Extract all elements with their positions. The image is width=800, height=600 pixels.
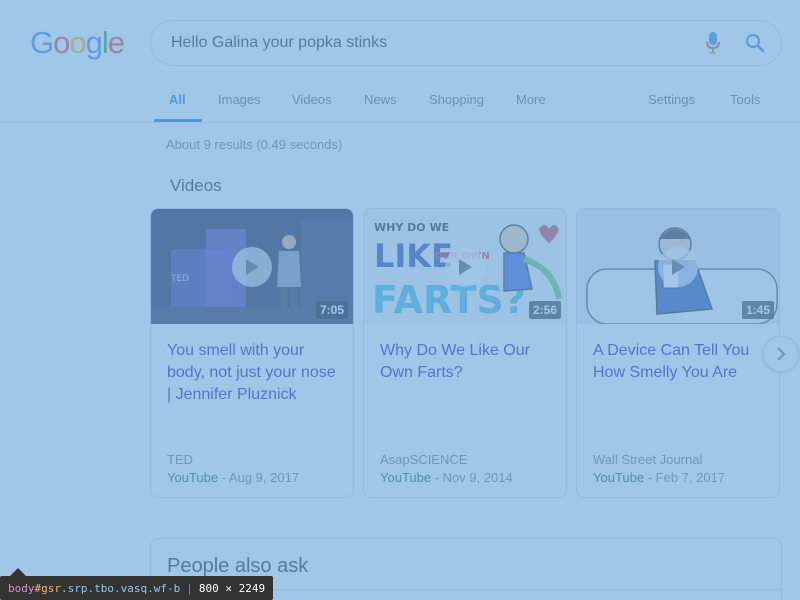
tab-settings[interactable]: Settings xyxy=(648,92,695,107)
search-icon[interactable] xyxy=(743,31,767,55)
video-platform: YouTube xyxy=(593,470,645,485)
video-source: TED xyxy=(167,452,193,467)
video-date: - Nov 9, 2014 xyxy=(431,470,513,485)
video-platform: YouTube xyxy=(167,470,219,485)
video-title[interactable]: A Device Can Tell You How Smelly You Are xyxy=(593,340,767,384)
video-date: - Feb 7, 2017 xyxy=(644,470,726,485)
svg-text:TED: TED xyxy=(170,274,189,284)
logo-letter-o2: o xyxy=(69,25,86,60)
video-thumbnail-1[interactable]: TED 7:05 xyxy=(151,209,353,324)
thumb-text-1: WHY DO WE xyxy=(374,221,449,234)
video-meta: YouTube - Nov 9, 2014 xyxy=(380,470,513,485)
tab-tools[interactable]: Tools xyxy=(730,92,760,107)
video-source: AsapSCIENCE xyxy=(380,452,468,467)
video-source: Wall Street Journal xyxy=(593,452,703,467)
video-title[interactable]: You smell with your body, not just your … xyxy=(167,340,341,406)
search-input[interactable]: Hello Galina your popka stinks xyxy=(171,34,701,52)
video-duration: 7:05 xyxy=(315,301,348,319)
video-duration: 2:56 xyxy=(528,301,561,319)
microphone-icon[interactable] xyxy=(701,31,725,55)
video-meta: YouTube - Feb 7, 2017 xyxy=(593,470,725,485)
devtools-tooltip-arrow xyxy=(10,568,26,576)
search-box[interactable]: Hello Galina your popka stinks xyxy=(150,20,782,66)
tab-news[interactable]: News xyxy=(364,92,397,107)
video-thumbnail-3[interactable]: 1:45 xyxy=(577,209,779,324)
search-icons xyxy=(701,31,767,55)
play-icon xyxy=(232,246,272,287)
tooltip-tag: body xyxy=(8,581,35,595)
tab-more[interactable]: More xyxy=(516,92,546,107)
video-card-1[interactable]: TED 7:05 You smell with your body, not j… xyxy=(150,208,354,498)
video-title[interactable]: Why Do We Like Our Own Farts? xyxy=(380,340,554,384)
video-date: - Aug 9, 2017 xyxy=(218,470,300,485)
tooltip-id: #gsr xyxy=(34,581,62,595)
carousel-next-button[interactable] xyxy=(763,336,799,372)
tab-shopping[interactable]: Shopping xyxy=(429,92,484,107)
logo-letter-g2: g xyxy=(85,25,103,60)
tooltip-separator: | xyxy=(186,581,193,595)
video-duration: 1:45 xyxy=(741,301,774,319)
search-tabs: All Images Videos News Shopping More Set… xyxy=(0,78,800,123)
devtools-element-tooltip: body #gsr .srp.tbo.vasq.wf-b | 800 × 2249 xyxy=(0,576,274,600)
result-stats: About 9 results (0.49 seconds) xyxy=(166,137,343,152)
logo-letter-g: G xyxy=(30,25,54,60)
video-thumbnail-2[interactable]: WHY DO WE LIKE OUR OWN FARTS? 2:56 xyxy=(364,209,566,324)
tooltip-classes: .srp.tbo.vasq.wf-b xyxy=(61,581,181,595)
chevron-right-icon xyxy=(777,347,786,361)
tab-images[interactable]: Images xyxy=(218,92,261,107)
people-also-ask-title: People also ask xyxy=(167,555,309,577)
tab-all[interactable]: All xyxy=(169,92,186,107)
play-icon xyxy=(445,246,485,287)
tab-videos[interactable]: Videos xyxy=(292,92,332,107)
logo-letter-o1: o xyxy=(53,25,70,60)
tooltip-size: 800 × 2249 xyxy=(198,581,266,595)
active-tab-indicator xyxy=(154,119,202,122)
video-meta: YouTube - Aug 9, 2017 xyxy=(167,470,299,485)
google-logo[interactable]: G o o g l e xyxy=(30,25,125,61)
thumb-text-4: FARTS? xyxy=(372,278,526,322)
play-icon xyxy=(658,246,698,287)
video-platform: YouTube xyxy=(380,470,432,485)
video-card-2[interactable]: WHY DO WE LIKE OUR OWN FARTS? 2:56 Why D… xyxy=(363,208,567,498)
video-card-3[interactable]: 1:45 A Device Can Tell You How Smelly Yo… xyxy=(576,208,780,498)
videos-heading: Videos xyxy=(170,176,222,195)
logo-letter-e: e xyxy=(107,25,125,60)
